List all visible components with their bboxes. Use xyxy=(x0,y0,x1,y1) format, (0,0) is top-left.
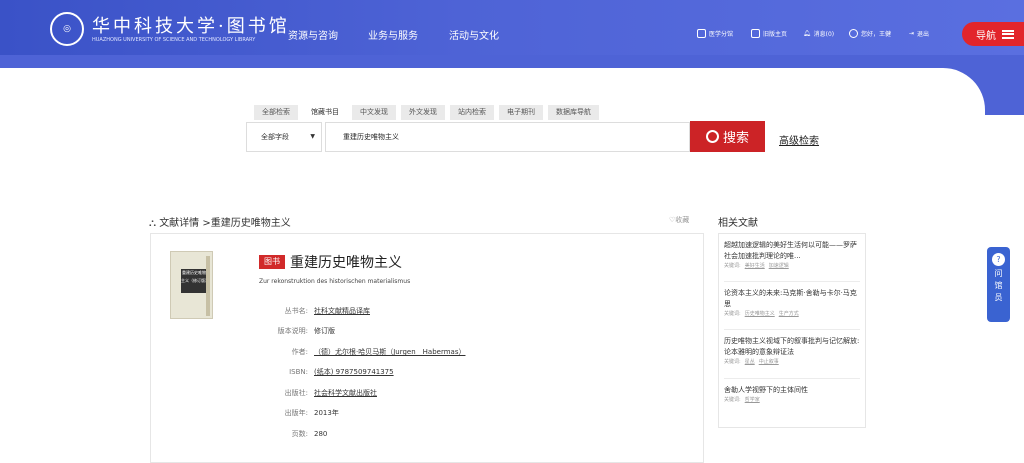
top-link-messages[interactable]: 🔔︎ 消息(0) xyxy=(803,29,834,38)
tab-site[interactable]: 站内检索 xyxy=(450,105,494,120)
related-item-title[interactable]: 舍勒人学视野下的主体间性 xyxy=(724,385,860,396)
tab-all[interactable]: 全部检索 xyxy=(254,105,298,120)
bell-icon: 🔔︎ xyxy=(803,30,811,37)
meta-series: 丛书名: 社科文献精品译库 xyxy=(284,307,370,315)
breadcrumb-current: 重建历史唯物主义 xyxy=(210,218,291,229)
library-logo-title[interactable]: 华中科技大学·图书馆 xyxy=(92,12,290,38)
library-logo-subtitle: HUAZHONG UNIVERSITY OF SCIENCE AND TECHN… xyxy=(92,37,256,43)
search-icon xyxy=(705,130,719,143)
search-button[interactable]: 搜索 xyxy=(690,121,765,152)
cover-title: 重建历史唯物主义（修订版） xyxy=(181,269,209,293)
meta-author: 作者: （德）尤尔根·哈贝马斯（Jurgen Habermas） xyxy=(291,348,466,356)
question-icon: ? xyxy=(992,253,1005,266)
meta-edition: 版本说明: 修订版 xyxy=(277,327,335,335)
tab-ejournal[interactable]: 电子期刊 xyxy=(499,105,543,120)
related-item-title[interactable]: 超越加速逻辑的美好生活何以可能——罗萨社会加速批判理论的唯... xyxy=(724,240,860,262)
tab-catalog[interactable]: 馆藏书目 xyxy=(303,105,347,120)
user-icon xyxy=(849,29,858,38)
meta-isbn: ISBN: (纸本) 9787509741375 xyxy=(289,368,394,376)
isbn-link[interactable]: (纸本) 9787509741375 xyxy=(314,368,394,376)
logout-icon: ⇥ xyxy=(909,30,915,37)
search-input[interactable]: 重建历史唯物主义 xyxy=(325,122,690,152)
tab-chinese[interactable]: 中文发现 xyxy=(352,105,396,120)
nav-services[interactable]: 业务与服务 xyxy=(368,27,418,42)
book-subtitle: Zur rekonstruktion des historischen mate… xyxy=(259,278,411,285)
author-link[interactable]: （德）尤尔根·哈贝马斯（Jurgen Habermas） xyxy=(314,348,465,356)
related-item-title[interactable]: 论资本主义的未来:马克斯·舍勒与卡尔·马克思 xyxy=(724,288,860,310)
top-link-medical[interactable]: 医学分馆 xyxy=(697,29,733,38)
meta-publisher: 出版社: 社会科学文献出版社 xyxy=(284,389,377,397)
breadcrumb: ⛬ 文献详情 >重建历史唯物主义 xyxy=(149,218,291,229)
caret-down-icon: ▼ xyxy=(310,133,315,140)
series-link[interactable]: 社科文献精品译库 xyxy=(314,307,370,315)
top-link-old-home[interactable]: 旧版主页 xyxy=(751,29,787,38)
nav-resources[interactable]: 资源与咨询 xyxy=(288,27,338,42)
breadcrumb-root[interactable]: 文献详情 xyxy=(159,218,199,229)
related-title: 相关文献 xyxy=(718,218,758,229)
university-seal-icon[interactable]: ◎ xyxy=(50,12,84,46)
ask-librarian-button[interactable]: ? 问馆员 xyxy=(987,247,1010,322)
building-icon xyxy=(697,29,706,38)
related-item-title[interactable]: 历史唯物主义视域下的叙事批判与记忆解放:论本雅明的意象辩证法 xyxy=(724,336,860,358)
ask-librarian-label: 问馆员 xyxy=(994,269,1003,302)
top-link-logout[interactable]: ⇥ 退出 xyxy=(909,29,929,38)
book-type-badge: 图书 xyxy=(259,255,285,269)
monitor-icon xyxy=(751,29,760,38)
tab-foreign[interactable]: 外文发现 xyxy=(401,105,445,120)
favorite-button[interactable]: ♡收藏 xyxy=(669,215,689,225)
top-link-user[interactable]: 您好，王健 xyxy=(849,29,891,38)
meta-pages: 页数: 280 xyxy=(291,430,328,438)
search-tabs: 全部检索 馆藏书目 中文发现 外文发现 站内检索 电子期刊 数据库导航 xyxy=(254,105,599,120)
search-field-select[interactable]: 全部字段 ▼ xyxy=(246,122,322,152)
related-item[interactable]: 历史唯物主义视域下的叙事批判与记忆解放:论本雅明的意象辩证法 关键词: 星丛 中止叙… xyxy=(724,336,860,367)
book-title: 重建历史唯物主义 xyxy=(290,255,402,271)
nav-menu-button[interactable]: 导航 xyxy=(962,22,1024,46)
related-item[interactable]: 论资本主义的未来:马克斯·舍勒与卡尔·马克思 关键词: 历史唯物主义 生产方式 xyxy=(724,288,860,319)
meta-year: 出版年: 2013年 xyxy=(284,409,339,417)
advanced-search-link[interactable]: 高级检索 xyxy=(779,132,819,147)
hamburger-icon xyxy=(1002,29,1014,39)
hierarchy-icon: ⛬ xyxy=(149,218,156,229)
book-cover-image[interactable]: 重建历史唯物主义（修订版） xyxy=(170,251,213,319)
publisher-link[interactable]: 社会科学文献出版社 xyxy=(314,389,377,397)
tab-database[interactable]: 数据库导航 xyxy=(548,105,599,120)
related-item[interactable]: 舍勒人学视野下的主体间性 关键词: 哲学家 xyxy=(724,385,860,405)
nav-activities[interactable]: 活动与文化 xyxy=(449,27,499,42)
related-item[interactable]: 超越加速逻辑的美好生活何以可能——罗萨社会加速批判理论的唯... 关键词: 美好生… xyxy=(724,240,860,271)
